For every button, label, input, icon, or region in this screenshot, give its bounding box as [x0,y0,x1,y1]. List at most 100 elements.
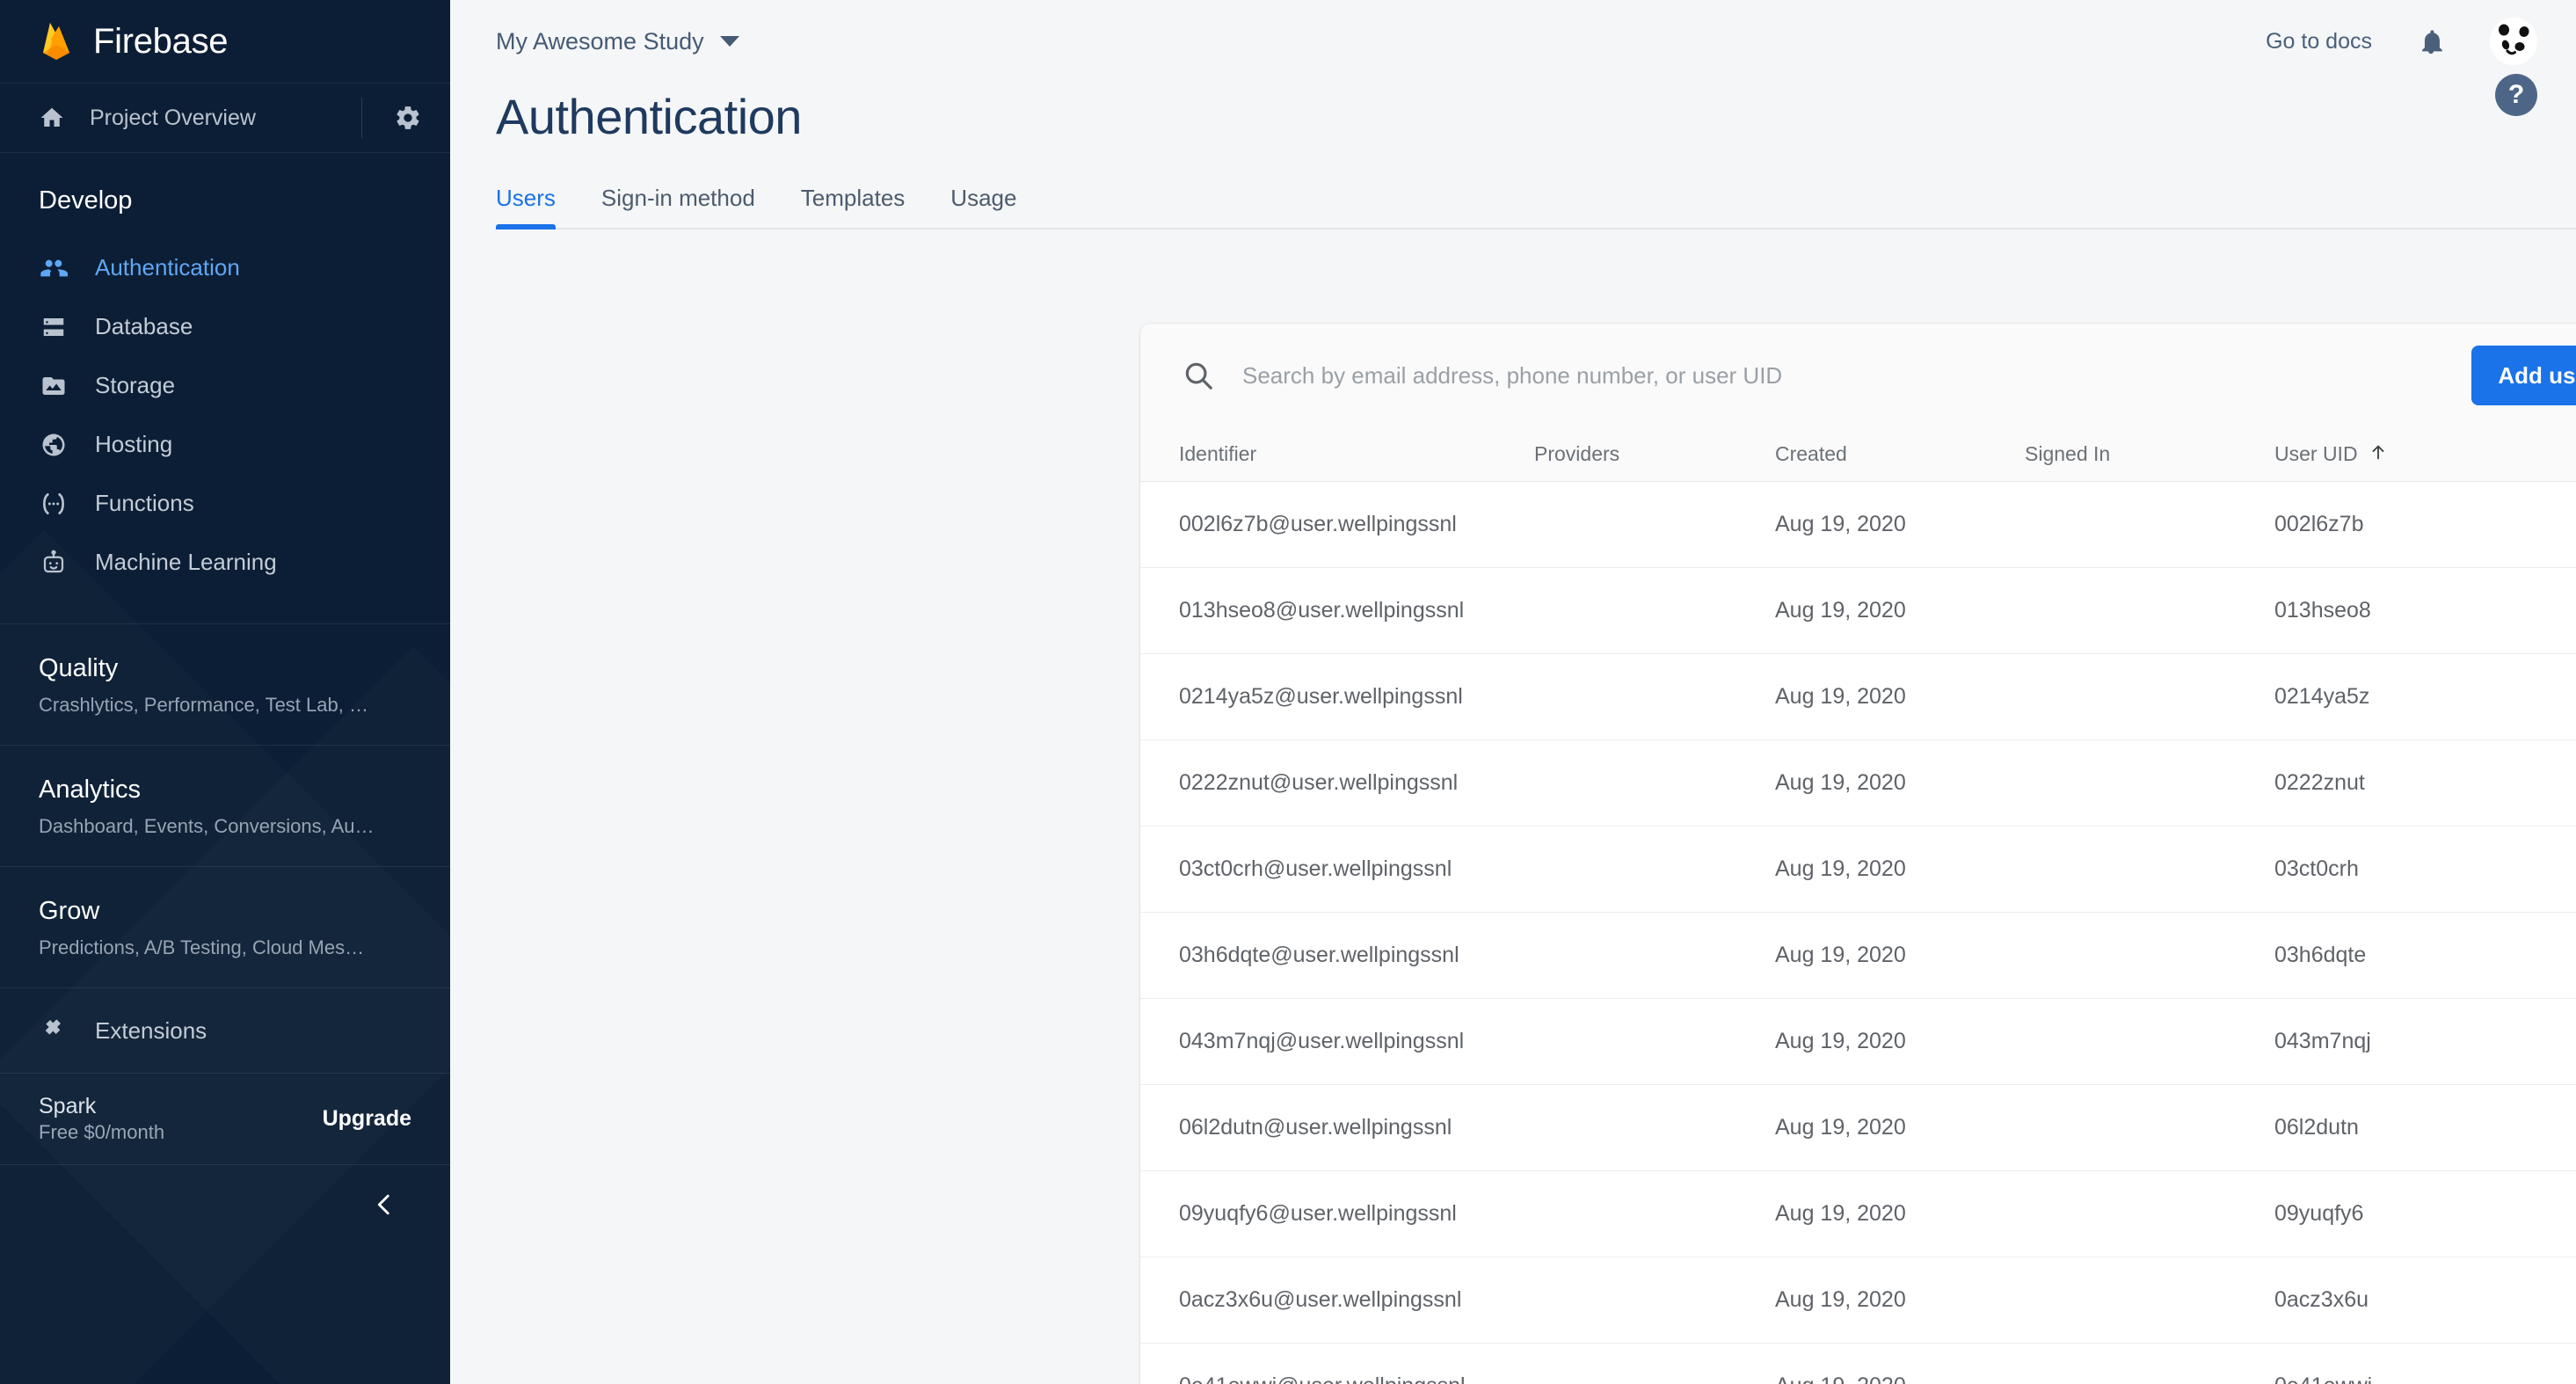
column-header-user-uid-label: User UID [2274,442,2358,465]
firebase-console: Firebase Project Overview Develop Authen… [0,0,2576,1384]
table-row[interactable]: 002l6z7b@user.wellpingssnl Aug 19, 2020 … [1140,482,2576,568]
cell-created: Aug 19, 2020 [1775,770,1906,795]
column-header-signed-in[interactable]: Signed In [2025,442,2274,466]
divider [361,98,362,138]
search-icon [1179,356,1218,395]
sidebar-item-project-overview[interactable]: Project Overview [0,83,450,153]
help-icon[interactable]: ? [2495,74,2537,116]
functions-icon [39,489,69,519]
avatar[interactable] [2490,18,2537,65]
go-to-docs-link[interactable]: Go to docs [2266,29,2372,55]
sidebar-item-authentication[interactable]: Authentication [0,238,450,297]
sidebar-item-label: Authentication [95,254,240,280]
sidebar-item-hosting[interactable]: Hosting [0,415,450,474]
bell-icon[interactable] [2416,26,2446,56]
table-row[interactable]: 0acz3x6u@user.wellpingssnl Aug 19, 2020 … [1140,1257,2576,1344]
page-title: Authentication [496,89,802,144]
table-row[interactable]: 0e41ewwi@user.wellpingssnl Aug 19, 2020 … [1140,1344,2576,1384]
cell-identifier: 002l6z7b@user.wellpingssnl [1179,512,1457,536]
main-content: My Awesome Study Go to docs Authenticati… [450,0,2576,1384]
sidebar-section-quality[interactable]: Quality Crashlytics, Performance, Test L… [0,623,450,745]
table-row[interactable]: 03h6dqte@user.wellpingssnl Aug 19, 2020 … [1140,913,2576,999]
arrow-up-icon [2369,442,2388,467]
sidebar-item-database[interactable]: Database [0,297,450,356]
users-toolbar: Add user [1140,324,2576,427]
tab-usage[interactable]: Usage [950,185,1039,229]
table-row[interactable]: 013hseo8@user.wellpingssnl Aug 19, 2020 … [1140,568,2576,654]
top-bar: My Awesome Study Go to docs [450,0,2576,83]
sidebar-collapse-row [0,1164,450,1249]
sidebar-item-functions[interactable]: Functions [0,474,450,533]
add-user-button[interactable]: Add user [2471,346,2576,405]
people-icon [39,253,69,283]
users-table-body: 002l6z7b@user.wellpingssnl Aug 19, 2020 … [1140,482,2576,1384]
users-card: Add user Identifier Providers Created Si… [1140,324,2576,1384]
cell-identifier: 0e41ewwi@user.wellpingssnl [1179,1373,1534,1384]
extensions-icon [39,1016,69,1045]
column-header-created[interactable]: Created [1775,442,2025,466]
firebase-brand[interactable]: Firebase [0,0,450,83]
plan-name: Spark [39,1093,97,1118]
cell-user-uid: 043m7nqj [2274,1029,2371,1053]
cell-user-uid: 0214ya5z [2274,684,2370,709]
sidebar-item-extensions[interactable]: Extensions [0,987,450,1073]
cell-user-uid: 0222znut [2274,770,2365,795]
sidebar-item-label: Hosting [95,431,173,457]
section-subtitle: Predictions, A/B Testing, Cloud Mes… [39,936,365,958]
cell-created: Aug 19, 2020 [1775,1287,1906,1312]
section-title: Quality [39,654,119,682]
upgrade-button[interactable]: Upgrade [323,1106,411,1132]
plan-row: Spark Free $0/month Upgrade [0,1073,450,1164]
cell-created: Aug 19, 2020 [1775,943,1906,967]
chevron-left-icon[interactable] [369,1190,399,1224]
project-overview-label: Project Overview [90,105,256,130]
tab-templates[interactable]: Templates [801,185,928,229]
cell-user-uid: 0e41ewwi [2274,1373,2576,1384]
section-title: Grow [39,897,100,925]
table-row[interactable]: 043m7nqj@user.wellpingssnl Aug 19, 2020 … [1140,999,2576,1085]
cell-created: Aug 19, 2020 [1775,1115,1906,1140]
cell-created: Aug 19, 2020 [1775,1201,1906,1226]
cell-identifier: 06l2dutn@user.wellpingssnl [1179,1115,1452,1140]
sidebar-item-label: Storage [95,372,176,398]
table-row[interactable]: 09yuqfy6@user.wellpingssnl Aug 19, 2020 … [1140,1171,2576,1257]
cell-identifier: 013hseo8@user.wellpingssnl [1179,598,1465,623]
column-header-identifier[interactable]: Identifier [1179,442,1534,466]
table-row[interactable]: 0222znut@user.wellpingssnl Aug 19, 2020 … [1140,740,2576,827]
table-row[interactable]: 06l2dutn@user.wellpingssnl Aug 19, 2020 … [1140,1085,2576,1171]
brand-label: Firebase [93,21,229,61]
sidebar-section-analytics[interactable]: Analytics Dashboard, Events, Conversions… [0,745,450,866]
sidebar-item-machine-learning[interactable]: Machine Learning [0,533,450,592]
cell-user-uid: 002l6z7b [2274,512,2364,536]
cell-created: Aug 19, 2020 [1775,1029,1906,1053]
tab-users[interactable]: Users [496,185,579,229]
search-input[interactable] [1218,361,2455,390]
firebase-logo-icon [39,21,74,62]
sidebar-item-label: Machine Learning [95,549,277,575]
table-row[interactable]: 0214ya5z@user.wellpingssnl Aug 19, 2020 … [1140,654,2576,740]
plan-info: Spark Free $0/month [39,1093,323,1146]
sidebar-section-grow[interactable]: Grow Predictions, A/B Testing, Cloud Mes… [0,866,450,987]
sidebar-item-storage[interactable]: Storage [0,356,450,415]
cell-user-uid: 03ct0crh [2274,856,2359,881]
section-title: Analytics [39,776,142,804]
cell-created: Aug 19, 2020 [1775,856,1906,881]
cell-created: Aug 19, 2020 [1775,512,1906,536]
tab-bar: Users Sign-in method Templates Usage [450,185,2576,229]
column-header-providers[interactable]: Providers [1534,442,1775,466]
cell-created: Aug 19, 2020 [1775,598,1906,623]
column-header-user-uid[interactable]: User UID [2274,442,2576,467]
help-label: ? [2507,80,2525,109]
globe-icon [39,430,69,460]
cell-identifier: 0222znut@user.wellpingssnl [1179,770,1459,795]
table-row[interactable]: 03ct0crh@user.wellpingssnl Aug 19, 2020 … [1140,827,2576,913]
robot-icon [39,548,69,578]
project-selector[interactable]: My Awesome Study [496,28,739,55]
top-bar-actions: Go to docs [2266,18,2537,65]
sidebar: Firebase Project Overview Develop Authen… [0,0,450,1384]
cell-created: Aug 19, 2020 [1775,1373,2025,1384]
develop-section-title: Develop [39,186,133,215]
gear-icon[interactable] [390,100,426,135]
database-icon [39,312,69,342]
tab-sign-in-method[interactable]: Sign-in method [601,185,778,229]
